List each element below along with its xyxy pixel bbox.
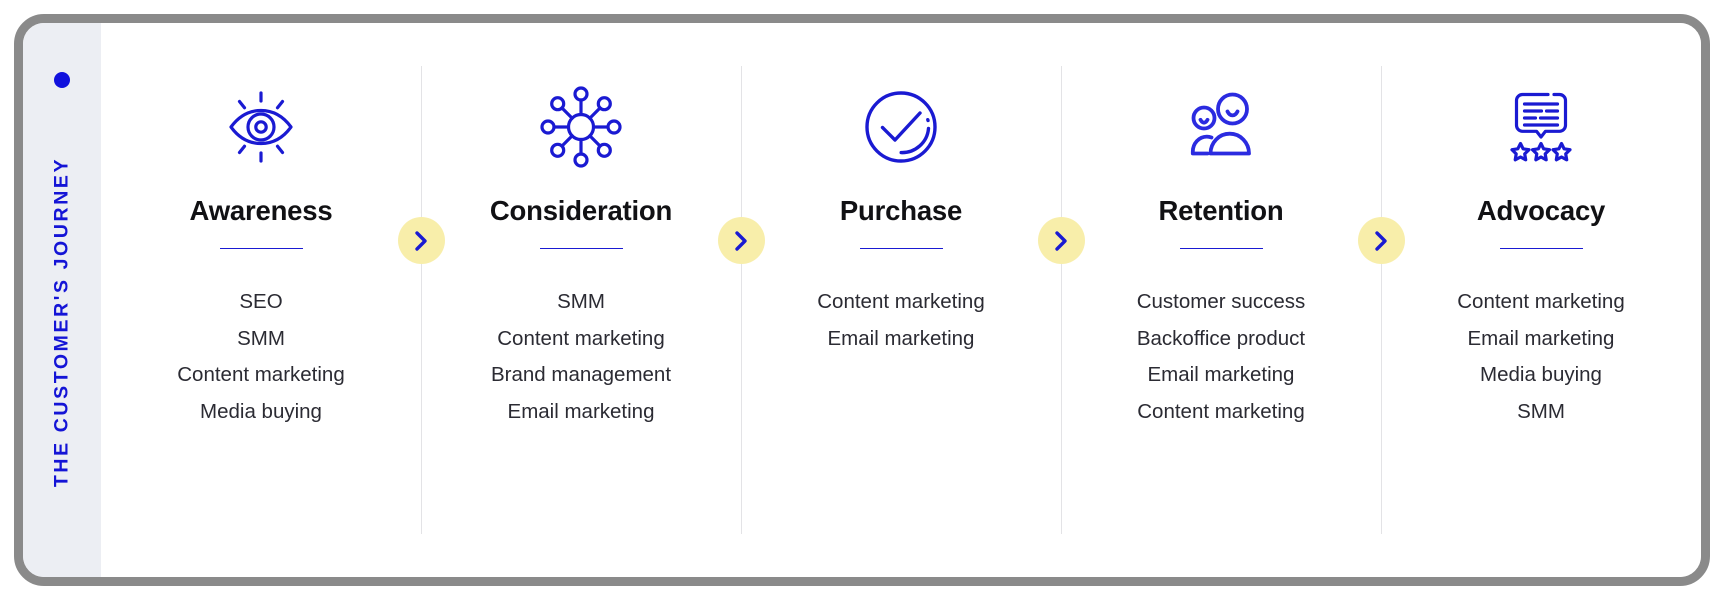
stage-divider bbox=[1061, 66, 1062, 534]
stage-channel-list: SEO SMM Content marketing Media buying bbox=[177, 284, 345, 430]
stage-divider bbox=[741, 66, 742, 534]
stage-title: Retention bbox=[1158, 195, 1284, 226]
chevron-right-icon bbox=[1055, 230, 1067, 251]
list-item: Content marketing bbox=[177, 363, 345, 387]
list-item: Content marketing bbox=[1457, 290, 1625, 314]
network-hub-icon bbox=[535, 81, 627, 173]
stage-divider bbox=[421, 66, 422, 534]
bullet-dot-icon bbox=[54, 72, 70, 88]
list-item: SEO bbox=[239, 290, 283, 314]
list-item: SMM bbox=[237, 326, 285, 350]
list-item: Brand management bbox=[490, 363, 672, 387]
list-item: SMM bbox=[1517, 399, 1565, 423]
list-item: Content marketing bbox=[497, 326, 665, 350]
stage-rule bbox=[1179, 247, 1263, 250]
list-item: Customer success bbox=[1136, 290, 1306, 314]
stage-retention[interactable]: Retention Customer success Backoffice pr… bbox=[1037, 23, 1381, 577]
stage-rule bbox=[1499, 247, 1583, 250]
stage-consideration[interactable]: Consideration SMM Content marketing Bran… bbox=[397, 23, 741, 577]
chevron-right-icon bbox=[1375, 230, 1387, 251]
sidebar-title: THE CUSTOMER'S JOURNEY bbox=[50, 156, 73, 488]
list-item: Content marketing bbox=[1137, 399, 1305, 423]
list-item: Media buying bbox=[1480, 363, 1602, 387]
stage-channel-list: Customer success Backoffice product Emai… bbox=[1137, 284, 1306, 430]
stage-awareness[interactable]: Awareness SEO SMM Content marketing Medi… bbox=[101, 23, 421, 577]
customer-journey-card: THE CUSTOMER'S JOURNEY Awareness SEO SMM… bbox=[14, 14, 1710, 586]
list-item: Email marketing bbox=[1147, 363, 1295, 387]
eye-icon bbox=[215, 81, 307, 173]
list-item: SMM bbox=[557, 290, 605, 314]
connector-chevron-1[interactable] bbox=[397, 217, 445, 264]
connector-chevron-2[interactable] bbox=[717, 217, 765, 264]
list-item: Email marketing bbox=[507, 399, 655, 423]
connector-chevron-4[interactable] bbox=[1357, 217, 1405, 264]
list-item: Email marketing bbox=[827, 326, 975, 350]
check-circle-icon bbox=[855, 81, 947, 173]
list-item: Backoffice product bbox=[1136, 326, 1306, 350]
stage-divider bbox=[1381, 66, 1382, 534]
stage-rule bbox=[539, 247, 623, 250]
chevron-right-icon bbox=[735, 230, 747, 251]
chevron-right-icon bbox=[415, 230, 427, 251]
stage-title: Consideration bbox=[489, 195, 673, 226]
stage-channel-list: Content marketing Email marketing bbox=[817, 284, 985, 357]
stage-advocacy[interactable]: Advocacy Content marketing Email marketi… bbox=[1357, 23, 1701, 577]
stage-purchase[interactable]: Purchase Content marketing Email marketi… bbox=[717, 23, 1061, 577]
stage-title: Awareness bbox=[189, 195, 333, 226]
stage-channel-list: Content marketing Email marketing Media … bbox=[1457, 284, 1625, 430]
list-item: Email marketing bbox=[1467, 326, 1615, 350]
journey-stages: Awareness SEO SMM Content marketing Medi… bbox=[101, 23, 1701, 577]
stage-rule bbox=[859, 247, 943, 250]
stage-title: Purchase bbox=[839, 195, 963, 226]
stage-channel-list: SMM Content marketing Brand management E… bbox=[491, 284, 671, 430]
connector-chevron-3[interactable] bbox=[1037, 217, 1085, 264]
two-people-icon bbox=[1175, 81, 1267, 173]
review-stars-icon bbox=[1495, 81, 1587, 173]
list-item: Media buying bbox=[200, 399, 322, 423]
stage-rule bbox=[219, 247, 303, 250]
journey-sidebar: THE CUSTOMER'S JOURNEY bbox=[23, 23, 101, 577]
stage-title: Advocacy bbox=[1476, 195, 1606, 226]
list-item: Content marketing bbox=[817, 290, 985, 314]
